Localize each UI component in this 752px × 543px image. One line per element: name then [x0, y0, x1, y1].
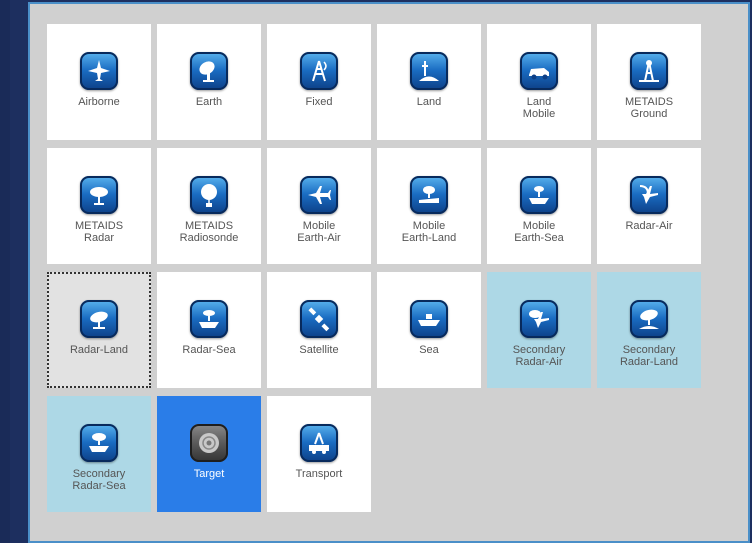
station-type-panel: Airborne Earth Fixed Land Land Mobile MET… [28, 2, 750, 543]
secondary-radar-sea-icon [80, 424, 118, 462]
tile-label: Mobile Earth-Sea [514, 220, 564, 244]
tile-mobile-earth-air[interactable]: Mobile Earth-Air [267, 148, 371, 264]
radar-dish-icon [80, 300, 118, 338]
tile-secondary-radar-sea[interactable]: Secondary Radar-Sea [47, 396, 151, 512]
tile-metaids-ground[interactable]: METAIDS Ground [597, 24, 701, 140]
target-disc-icon [190, 424, 228, 462]
tile-earth[interactable]: Earth [157, 24, 261, 140]
tile-label: Airborne [78, 96, 120, 108]
tile-label: Sea [419, 344, 439, 356]
radar-ship-icon [190, 300, 228, 338]
tile-label: METAIDS Ground [624, 96, 674, 120]
tile-label: Fixed [305, 96, 333, 108]
land-antenna-icon [410, 52, 448, 90]
tile-label: Radar-Sea [182, 344, 236, 356]
tile-label: Land [416, 96, 442, 108]
airplane-icon [80, 52, 118, 90]
tile-land-mobile[interactable]: Land Mobile [487, 24, 591, 140]
tile-label: Land Mobile [522, 96, 556, 120]
tile-airborne[interactable]: Airborne [47, 24, 151, 140]
tile-label: Secondary Radar-Sea [72, 468, 126, 492]
car-icon [520, 52, 558, 90]
tile-secondary-radar-air[interactable]: Secondary Radar-Air [487, 272, 591, 388]
weather-radar-icon [80, 176, 118, 214]
tile-sea[interactable]: Sea [377, 272, 481, 388]
transport-truck-icon [300, 424, 338, 462]
tile-satellite[interactable]: Satellite [267, 272, 371, 388]
radiosonde-balloon-icon [190, 176, 228, 214]
secondary-radar-land-icon [630, 300, 668, 338]
tile-label: METAIDS Radiosonde [179, 220, 239, 244]
tile-label: Transport [295, 468, 343, 480]
satellite-icon [300, 300, 338, 338]
tile-metaids-radiosonde[interactable]: METAIDS Radiosonde [157, 148, 261, 264]
tile-mobile-earth-sea[interactable]: Mobile Earth-Sea [487, 148, 591, 264]
ship-dish-icon [520, 176, 558, 214]
radar-airplane-icon [630, 176, 668, 214]
tile-label: Mobile Earth-Land [401, 220, 457, 244]
meteorological-tower-icon [630, 52, 668, 90]
tile-radar-land[interactable]: Radar-Land [47, 272, 151, 388]
airplane-dish-icon [300, 176, 338, 214]
left-sidebar-strip [0, 0, 10, 543]
ship-icon [410, 300, 448, 338]
tile-mobile-earth-land[interactable]: Mobile Earth-Land [377, 148, 481, 264]
secondary-radar-air-icon [520, 300, 558, 338]
tile-radar-sea[interactable]: Radar-Sea [157, 272, 261, 388]
tile-land[interactable]: Land [377, 24, 481, 140]
tile-label: Earth [195, 96, 223, 108]
antenna-tower-icon [300, 52, 338, 90]
tile-label: Mobile Earth-Air [297, 220, 341, 244]
vehicle-dish-icon [410, 176, 448, 214]
tile-label: Radar-Land [69, 344, 129, 356]
tile-metaids-radar[interactable]: METAIDS Radar [47, 148, 151, 264]
tile-label: Secondary Radar-Land [619, 344, 679, 368]
tile-label: METAIDS Radar [74, 220, 124, 244]
tile-radar-air[interactable]: Radar-Air [597, 148, 701, 264]
tile-fixed[interactable]: Fixed [267, 24, 371, 140]
tile-target[interactable]: Target [157, 396, 261, 512]
satellite-dish-icon [190, 52, 228, 90]
tile-label: Secondary Radar-Air [512, 344, 566, 368]
tile-label: Target [193, 468, 225, 480]
tile-transport[interactable]: Transport [267, 396, 371, 512]
tile-label: Satellite [299, 344, 339, 356]
tile-secondary-radar-land[interactable]: Secondary Radar-Land [597, 272, 701, 388]
tile-label: Radar-Air [625, 220, 673, 232]
